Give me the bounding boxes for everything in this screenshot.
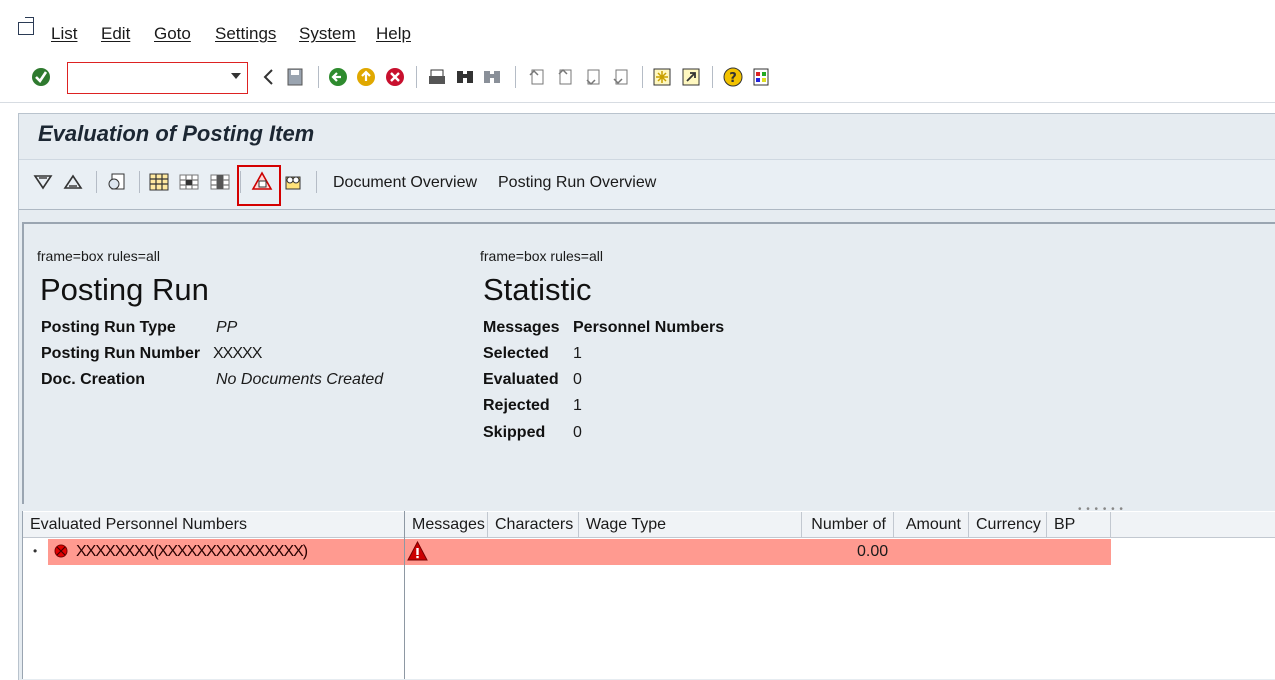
column-header-bp[interactable]: BP bbox=[1047, 512, 1111, 538]
help-icon[interactable]: ? bbox=[723, 67, 743, 87]
command-field[interactable] bbox=[67, 62, 248, 94]
details-icon[interactable] bbox=[106, 171, 128, 193]
statistic-header-label: Messages bbox=[483, 319, 560, 336]
column-header-empty bbox=[1111, 512, 1275, 538]
separator bbox=[642, 66, 643, 88]
menu-edit[interactable]: Edit bbox=[101, 24, 130, 44]
table-icon[interactable] bbox=[148, 171, 170, 193]
posting-run-overview-button[interactable]: Posting Run Overview bbox=[498, 174, 656, 192]
doc-creation-value: No Documents Created bbox=[216, 371, 384, 388]
statistic-heading: Statistic bbox=[483, 272, 592, 307]
save-icon[interactable] bbox=[285, 67, 305, 87]
highlighted-button-frame bbox=[237, 165, 281, 206]
selected-value: 1 bbox=[573, 345, 582, 362]
insert-column-icon[interactable] bbox=[178, 171, 200, 193]
previous-page-icon[interactable] bbox=[555, 67, 575, 87]
next-page-icon[interactable] bbox=[583, 67, 603, 87]
new-session-icon[interactable] bbox=[652, 67, 672, 87]
separator bbox=[318, 66, 319, 88]
delete-column-icon[interactable] bbox=[209, 171, 231, 193]
separator bbox=[712, 66, 713, 88]
separator bbox=[96, 171, 97, 193]
row-amount: 0.00 bbox=[857, 543, 889, 560]
menu-bar: List Edit Goto Settings System Help bbox=[0, 0, 1275, 56]
posting-run-number-value: XXXXX bbox=[213, 345, 262, 362]
cancel-icon[interactable] bbox=[385, 67, 405, 87]
print-icon[interactable] bbox=[427, 67, 447, 87]
menu-help[interactable]: Help bbox=[376, 24, 411, 44]
header-info-panel bbox=[22, 222, 1275, 504]
expand-all-icon[interactable] bbox=[32, 171, 54, 193]
evaluated-label: Evaluated bbox=[483, 371, 559, 388]
column-header-amount[interactable]: Amount bbox=[894, 512, 969, 538]
statistic-header-value: Personnel Numbers bbox=[573, 319, 725, 336]
collapse-all-icon[interactable] bbox=[62, 171, 84, 193]
back-icon[interactable] bbox=[328, 67, 348, 87]
personnel-number-name: XXXXXXXX(XXXXXXXXXXXXXXX) bbox=[76, 543, 308, 560]
evaluated-value: 0 bbox=[573, 371, 582, 388]
tree-node-bullet: • bbox=[33, 544, 38, 558]
column-header-characters[interactable]: Characters bbox=[488, 512, 579, 538]
posting-run-number-label: Posting Run Number bbox=[41, 345, 201, 362]
menu-list[interactable]: List bbox=[51, 24, 77, 44]
warning-icon[interactable] bbox=[407, 541, 428, 562]
glasses-icon[interactable] bbox=[282, 171, 304, 193]
first-page-icon[interactable] bbox=[527, 67, 547, 87]
menu-settings[interactable]: Settings bbox=[215, 24, 276, 44]
skipped-label: Skipped bbox=[483, 424, 546, 441]
column-header-wage-type[interactable]: Wage Type bbox=[579, 512, 802, 538]
separator bbox=[139, 171, 140, 193]
layout-menu-icon[interactable] bbox=[751, 67, 771, 87]
table-row-details[interactable] bbox=[405, 539, 1111, 565]
menu-icon[interactable] bbox=[18, 22, 34, 35]
separator bbox=[316, 171, 317, 193]
chevron-down-icon[interactable] bbox=[231, 73, 241, 79]
enter-icon[interactable] bbox=[31, 67, 51, 87]
find-icon[interactable] bbox=[455, 67, 475, 87]
rejected-label: Rejected bbox=[483, 397, 550, 414]
separator bbox=[515, 66, 516, 88]
exit-icon[interactable] bbox=[356, 67, 376, 87]
page-title: Evaluation of Posting Item bbox=[38, 121, 315, 146]
find-next-icon[interactable] bbox=[482, 67, 502, 87]
command-input[interactable] bbox=[72, 67, 228, 89]
skipped-value: 0 bbox=[573, 424, 582, 441]
column-header-messages[interactable]: Messages bbox=[405, 512, 488, 538]
posting-run-frame-note: frame=box rules=all bbox=[37, 248, 160, 264]
menu-goto[interactable]: Goto bbox=[154, 24, 191, 44]
posting-run-type-label: Posting Run Type bbox=[41, 319, 176, 336]
posting-run-type-value: PP bbox=[216, 319, 238, 336]
doc-creation-label: Doc. Creation bbox=[41, 371, 146, 388]
separator bbox=[416, 66, 417, 88]
rejected-value: 1 bbox=[573, 397, 582, 414]
error-status-icon bbox=[54, 544, 68, 558]
column-header-evaluated[interactable]: Evaluated Personnel Numbers bbox=[23, 512, 405, 538]
column-header-currency[interactable]: Currency bbox=[969, 512, 1047, 538]
column-header-number-of[interactable]: Number of bbox=[802, 512, 894, 538]
document-overview-button[interactable]: Document Overview bbox=[333, 174, 477, 192]
posting-run-heading: Posting Run bbox=[40, 272, 209, 307]
last-page-icon[interactable] bbox=[611, 67, 631, 87]
statistic-frame-note: frame=box rules=all bbox=[480, 248, 603, 264]
tree-splitter[interactable] bbox=[404, 511, 405, 679]
menu-system[interactable]: System bbox=[299, 24, 356, 44]
svg-text:?: ? bbox=[729, 71, 737, 86]
selected-label: Selected bbox=[483, 345, 549, 362]
collapse-left-icon[interactable] bbox=[259, 67, 279, 87]
shortcut-icon[interactable] bbox=[681, 67, 701, 87]
